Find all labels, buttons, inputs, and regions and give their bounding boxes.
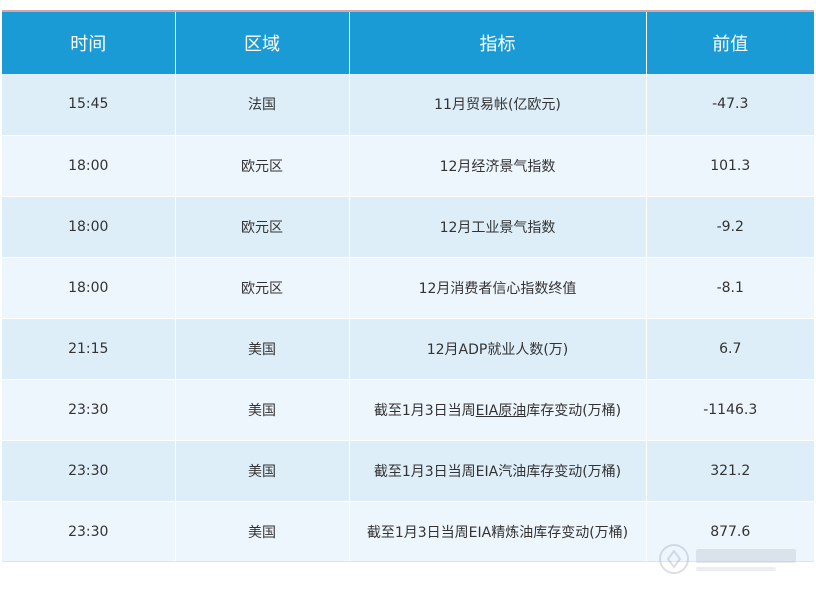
cell-time: 23:30	[2, 440, 176, 502]
header-previous: 前值	[646, 10, 814, 74]
cell-region: 美国	[175, 379, 350, 441]
table-row: 18:00 欧元区 12月工业景气指数 -9.2	[2, 196, 814, 258]
cell-previous: -8.1	[646, 257, 814, 319]
cell-region: 欧元区	[175, 135, 350, 197]
cell-time: 15:45	[2, 74, 176, 136]
indicator-text: 截至1月3日当周EIA精炼油库存变动(万桶)	[366, 524, 629, 541]
header-indicator: 指标	[349, 10, 647, 74]
cell-indicator: 截至1月3日当周EIA原油库存变动(万桶)	[349, 379, 647, 441]
economic-calendar-table-container: 时间 区域 指标 前值 15:45 法国 11月贸易帐(亿欧元) -47.3 1…	[2, 10, 814, 563]
cell-indicator: 12月工业景气指数	[349, 196, 647, 258]
table-row: 15:45 法国 11月贸易帐(亿欧元) -47.3	[2, 74, 814, 136]
table-row: 21:15 美国 12月ADP就业人数(万) 6.7	[2, 318, 814, 380]
indicator-text: 11月贸易帐(亿欧元)	[434, 97, 561, 114]
indicator-text: 12月ADP就业人数(万)	[426, 341, 569, 358]
cell-region: 欧元区	[175, 196, 350, 258]
cell-region: 美国	[175, 440, 350, 502]
economic-calendar-table: 时间 区域 指标 前值 15:45 法国 11月贸易帐(亿欧元) -47.3 1…	[2, 10, 814, 563]
cell-time: 18:00	[2, 196, 176, 258]
table-row: 18:00 欧元区 12月消费者信心指数终值 -8.1	[2, 257, 814, 319]
table-row: 18:00 欧元区 12月经济景气指数 101.3	[2, 135, 814, 197]
cell-previous: -47.3	[646, 74, 814, 136]
header-time: 时间	[2, 10, 176, 74]
cell-previous: 6.7	[646, 318, 814, 380]
indicator-text: 12月工业景气指数	[439, 219, 556, 236]
table-row: 23:30 美国 截至1月3日当周EIA原油库存变动(万桶) -1146.3	[2, 379, 814, 441]
cell-indicator: 截至1月3日当周EIA精炼油库存变动(万桶)	[349, 501, 647, 563]
table-row: 23:30 美国 截至1月3日当周EIA汽油库存变动(万桶) 321.2	[2, 440, 814, 502]
cell-indicator: 11月贸易帐(亿欧元)	[349, 74, 647, 136]
table-header-row: 时间 区域 指标 前值	[2, 10, 814, 74]
cell-time: 21:15	[2, 318, 176, 380]
cell-region: 欧元区	[175, 257, 350, 319]
cell-indicator: 截至1月3日当周EIA汽油库存变动(万桶)	[349, 440, 647, 502]
cell-time: 23:30	[2, 379, 176, 441]
indicator-text: 12月经济景气指数	[439, 158, 556, 175]
indicator-text: 12月消费者信心指数终值	[418, 280, 577, 297]
cell-previous: 321.2	[646, 440, 814, 502]
cell-indicator: 12月ADP就业人数(万)	[349, 318, 647, 380]
cell-time: 18:00	[2, 135, 176, 197]
cell-time: 23:30	[2, 501, 176, 563]
indicator-text: 截至1月3日当周EIA汽油库存变动(万桶)	[373, 463, 622, 480]
cell-time: 18:00	[2, 257, 176, 319]
cell-indicator: 12月消费者信心指数终值	[349, 257, 647, 319]
cell-previous: -1146.3	[646, 379, 814, 441]
cell-previous: -9.2	[646, 196, 814, 258]
watermark-logo-icon	[656, 537, 806, 581]
cell-previous: 101.3	[646, 135, 814, 197]
indicator-link[interactable]: EIA原油	[476, 403, 527, 419]
cell-indicator: 12月经济景气指数	[349, 135, 647, 197]
indicator-text-suffix: 库存变动(万桶)	[526, 402, 622, 419]
cell-region: 美国	[175, 318, 350, 380]
cell-region: 法国	[175, 74, 350, 136]
cell-region: 美国	[175, 501, 350, 563]
header-region: 区域	[175, 10, 350, 74]
indicator-text: 截至1月3日当周	[373, 402, 476, 419]
